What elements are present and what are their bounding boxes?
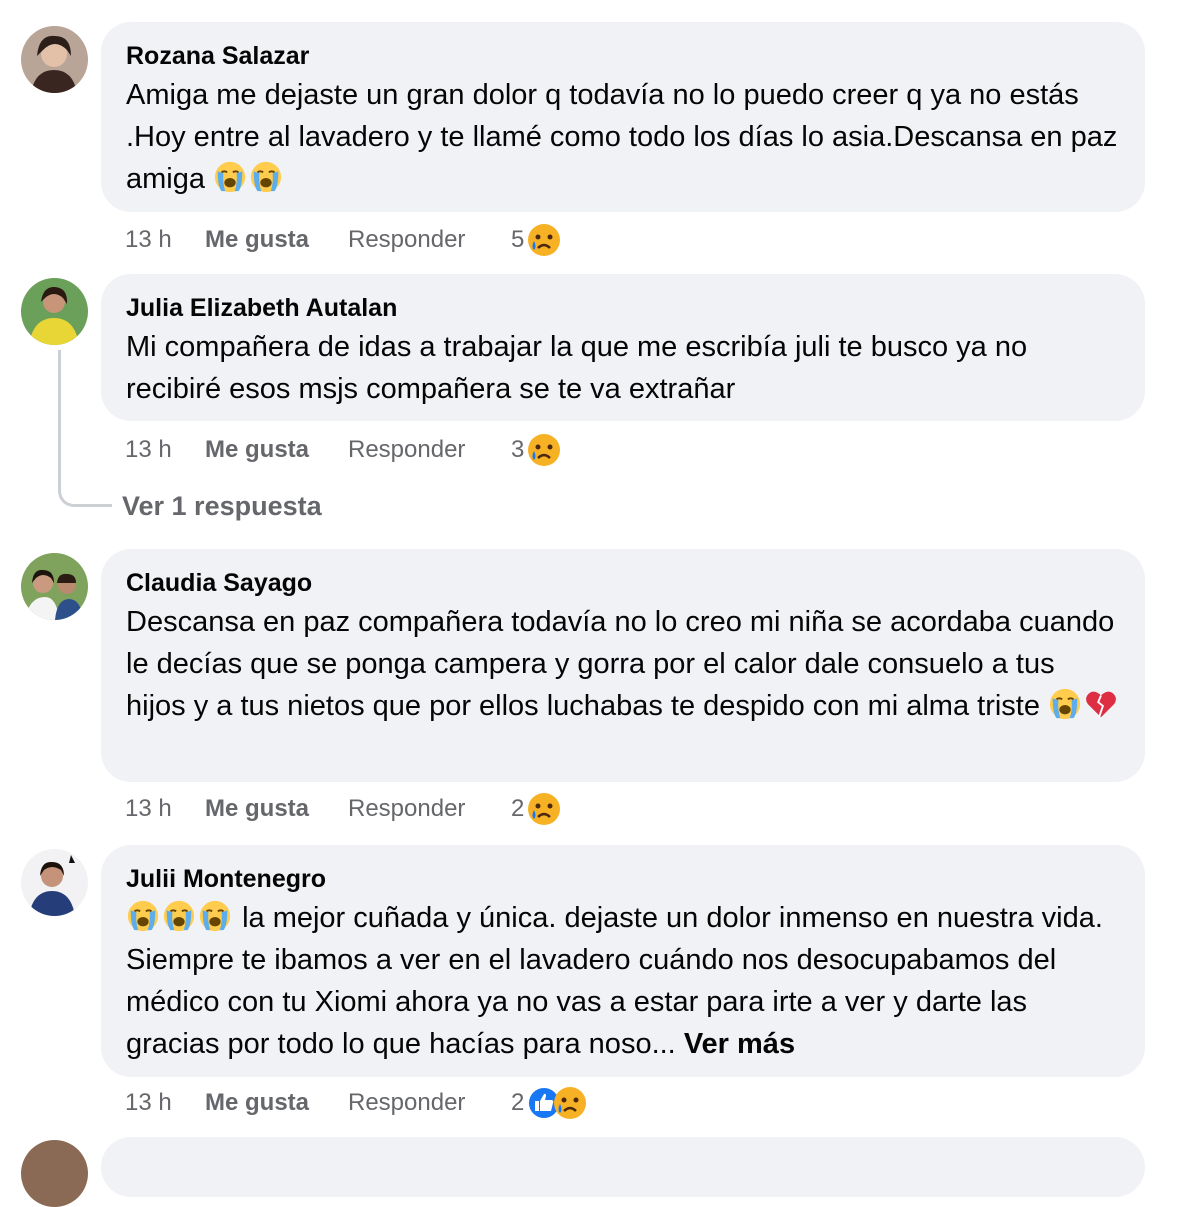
comment-text: la mejor cuñada y única. dejaste un dolo… bbox=[126, 897, 1121, 1065]
comment-text: Mi compañera de idas a trabajar la que m… bbox=[126, 331, 1028, 405]
reaction-summary[interactable]: 3 bbox=[511, 432, 562, 468]
comment-actions: 13 h Me gusta Responder 3 bbox=[125, 430, 562, 470]
comment-text-body: Descansa en paz compañera todavía no lo … bbox=[126, 606, 1115, 722]
reaction-count: 2 bbox=[511, 795, 525, 822]
crying-face-icon bbox=[1048, 687, 1082, 721]
reaction-summary[interactable]: 2 bbox=[511, 1085, 588, 1121]
reply-button[interactable]: Responder bbox=[348, 795, 511, 823]
like-button[interactable]: Me gusta bbox=[205, 1089, 348, 1117]
avatar[interactable] bbox=[21, 278, 88, 345]
comment-actions: 13 h Me gusta Responder 2 bbox=[125, 1083, 588, 1123]
crying-face-icon bbox=[249, 160, 283, 194]
comment-time[interactable]: 13 h bbox=[125, 436, 205, 464]
reaction-count: 5 bbox=[511, 226, 525, 253]
sad-reaction-icon bbox=[526, 791, 562, 827]
avatar[interactable] bbox=[21, 849, 88, 916]
see-more-link[interactable]: Ver más bbox=[684, 1028, 795, 1060]
sad-reaction-icon bbox=[526, 222, 562, 258]
crying-face-icon bbox=[213, 160, 247, 194]
comment-bubble: Julii Montenegro la mejor cuñada y única… bbox=[101, 845, 1145, 1077]
comment-author[interactable]: Julii Montenegro bbox=[126, 863, 1121, 895]
reply-button[interactable]: Responder bbox=[348, 436, 511, 464]
comment-time[interactable]: 13 h bbox=[125, 1089, 205, 1117]
like-button[interactable]: Me gusta bbox=[205, 436, 348, 464]
broken-heart-icon bbox=[1084, 687, 1118, 721]
comment-bubble: Claudia Sayago Descansa en paz compañera… bbox=[101, 549, 1145, 782]
crying-face-icon bbox=[126, 899, 160, 933]
reaction-count: 3 bbox=[511, 436, 525, 463]
comment-bubble: Rozana Salazar Amiga me dejaste un gran … bbox=[101, 22, 1145, 212]
comment-actions: 13 h Me gusta Responder 2 bbox=[125, 789, 562, 829]
comment-time[interactable]: 13 h bbox=[125, 795, 205, 823]
comment-bubble bbox=[101, 1137, 1145, 1197]
thread-connector bbox=[58, 350, 112, 507]
like-button[interactable]: Me gusta bbox=[205, 226, 348, 254]
comment-time[interactable]: 13 h bbox=[125, 226, 205, 254]
comment-author[interactable]: Claudia Sayago bbox=[126, 567, 1121, 599]
reply-button[interactable]: Responder bbox=[348, 226, 511, 254]
comment-author[interactable]: Julia Elizabeth Autalan bbox=[126, 292, 1121, 324]
reaction-count: 2 bbox=[511, 1089, 525, 1116]
avatar[interactable] bbox=[21, 553, 88, 620]
crying-face-icon bbox=[198, 899, 232, 933]
comment-author[interactable]: Rozana Salazar bbox=[126, 40, 1121, 72]
view-replies-link[interactable]: Ver 1 respuesta bbox=[122, 491, 322, 522]
crying-face-icon bbox=[162, 899, 196, 933]
reaction-summary[interactable]: 2 bbox=[511, 791, 562, 827]
sad-reaction-icon bbox=[526, 432, 562, 468]
comment-text: Descansa en paz compañera todavía no lo … bbox=[126, 601, 1121, 727]
reaction-summary[interactable]: 5 bbox=[511, 222, 562, 258]
avatar[interactable] bbox=[21, 26, 88, 93]
avatar[interactable] bbox=[21, 1140, 88, 1207]
like-button[interactable]: Me gusta bbox=[205, 795, 348, 823]
comment-actions: 13 h Me gusta Responder 5 bbox=[125, 220, 562, 260]
comment-bubble: Julia Elizabeth Autalan Mi compañera de … bbox=[101, 274, 1145, 421]
comment-text-body: la mejor cuñada y única. dejaste un dolo… bbox=[126, 902, 1103, 1060]
comment-text: Amiga me dejaste un gran dolor q todavía… bbox=[126, 74, 1121, 200]
reply-button[interactable]: Responder bbox=[348, 1089, 511, 1117]
sad-reaction-icon bbox=[552, 1085, 588, 1121]
